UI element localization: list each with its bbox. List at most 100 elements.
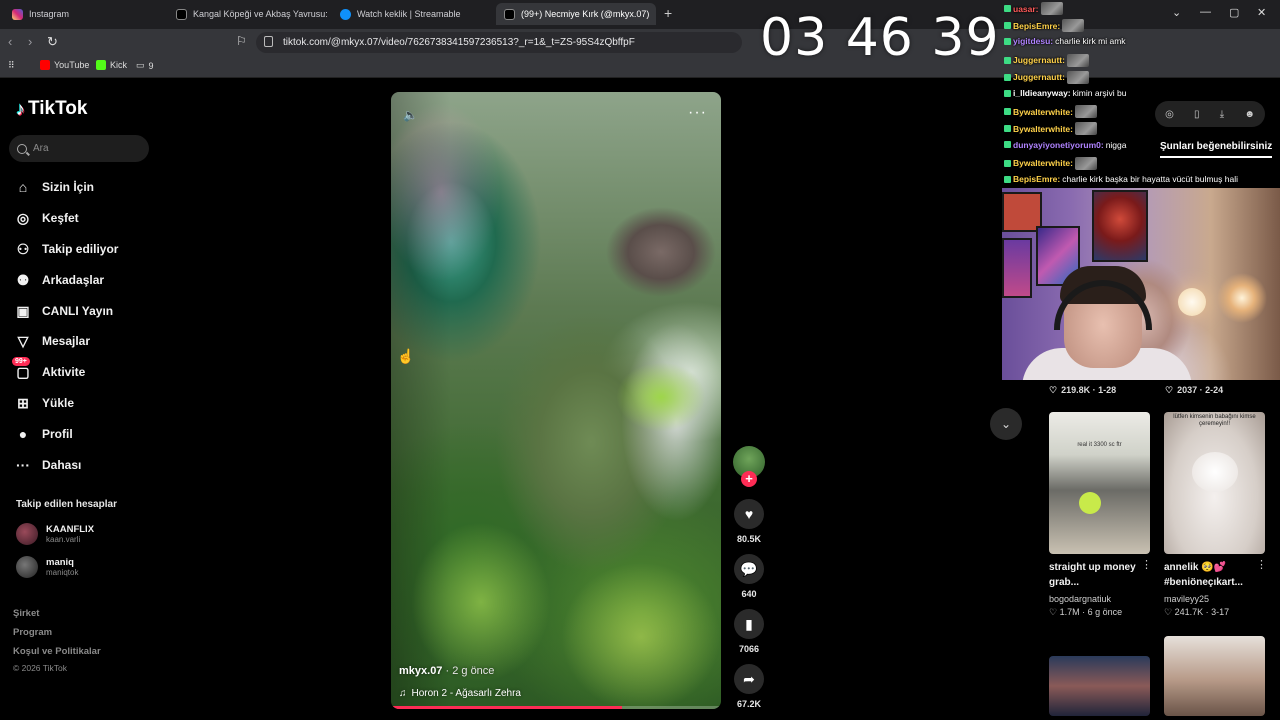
- chat-badge-icon: [1004, 141, 1011, 149]
- card-more-icon[interactable]: ⋮: [1141, 558, 1152, 571]
- comment-icon: 💬: [734, 554, 764, 584]
- following-account-kaanflix[interactable]: KAANFLIX kaan.varli: [16, 523, 94, 545]
- follow-plus-button[interactable]: +: [741, 471, 757, 487]
- card-user[interactable]: bogodargnatiuk: [1049, 594, 1111, 604]
- new-tab-button[interactable]: +: [664, 5, 672, 21]
- url-field[interactable]: tiktok.com/@mkyx.07/video/76267383415972…: [256, 32, 742, 53]
- sidebar: ♪ TikTok Ara ⌂ Sizin İçin ◎ Keşfet ⚇ Tak…: [0, 80, 160, 720]
- chat-message: Bywalterwhite:: [1004, 156, 1097, 170]
- video-foliage: [561, 562, 721, 709]
- nav-activity[interactable]: ▢ 99+ Aktivite: [12, 357, 155, 384]
- chat-username: BepisEmre:: [1013, 20, 1061, 31]
- chat-message: uasar:: [1004, 2, 1063, 15]
- chat-message: Juggernautt:: [1004, 53, 1089, 67]
- nav-more[interactable]: ··· Dahası: [15, 453, 155, 477]
- nav-profile[interactable]: ● Profil: [15, 422, 155, 446]
- card-title[interactable]: straight up money grab...: [1049, 560, 1141, 590]
- following-account-maniq[interactable]: maniq maniqtok: [16, 556, 78, 578]
- chat-username: Bywalterwhite:: [1013, 106, 1073, 117]
- ball-shape: [1079, 492, 1101, 514]
- tab-title: Instagram: [29, 9, 70, 19]
- footer-company-link[interactable]: Şirket: [13, 608, 39, 619]
- youtube-icon: [40, 60, 50, 70]
- card-more-icon[interactable]: ⋮: [1256, 558, 1267, 571]
- tab-instagram[interactable]: Instagram: [4, 3, 164, 25]
- bookmark-youtube[interactable]: YouTube: [40, 60, 89, 70]
- video-thumbnail[interactable]: [1049, 656, 1150, 716]
- back-icon[interactable]: ‹: [8, 34, 12, 49]
- more-options-icon[interactable]: ···: [688, 104, 707, 122]
- chat-badge-icon: [1004, 125, 1011, 133]
- card-title[interactable]: annelik 🥺💕 #beniöneçıkart...: [1164, 560, 1256, 590]
- tab-tiktok-active[interactable]: (99+) Necmiye Kırk (@mkyx.07) ✕: [496, 3, 656, 25]
- tiktok-tools-pill: ◎ ▯ ⤓ ☻: [1155, 101, 1265, 127]
- footer-program-link[interactable]: Program: [13, 627, 52, 638]
- chat-text: charlie kirk başka bir hayatta vücüt bul…: [1062, 174, 1238, 184]
- tab-kangal[interactable]: Kangal Köpeği ve Akbaş Yavrusu: Eğit: [168, 3, 328, 25]
- video-thumbnail[interactable]: real it 3300 sc ftr: [1049, 412, 1150, 554]
- video-player[interactable]: 🔈 ··· mkyx.07 · 2 g önce ♫ Horon 2 - Ağa…: [391, 92, 721, 709]
- reload-icon[interactable]: ↻: [47, 34, 58, 50]
- video-thumbnail[interactable]: [1164, 636, 1265, 716]
- phone-icon[interactable]: ▯: [1194, 109, 1200, 120]
- chat-badge-icon: [1004, 5, 1011, 12]
- nav-label: Aktivite: [42, 365, 86, 379]
- save-count: 7066: [738, 644, 760, 654]
- next-video-button[interactable]: ⌄: [990, 408, 1022, 440]
- chat-message: BepisEmre: charlie kirk başka bir hayatt…: [1004, 174, 1238, 184]
- chat-emote: [1066, 70, 1089, 84]
- messages-icon: ▽: [17, 332, 29, 349]
- site-info-icon[interactable]: [264, 36, 273, 47]
- video-foliage: [411, 522, 551, 682]
- copyright-text: © 2026 TikTok: [13, 663, 67, 673]
- bookmark-kick[interactable]: Kick: [96, 60, 127, 70]
- chat-badge-icon: [1004, 73, 1011, 81]
- chat-username: i_lldieanyway:: [1013, 88, 1071, 98]
- search-placeholder: Ara: [33, 143, 49, 154]
- close-tab-icon[interactable]: ✕: [655, 9, 656, 20]
- nav-friends[interactable]: ⚉ Arkadaşlar: [15, 268, 155, 292]
- chat-message: Bywalterwhite:: [1004, 105, 1097, 119]
- bookmark-folder[interactable]: ▭ 9: [136, 60, 154, 71]
- heart-icon: ♥: [734, 499, 764, 529]
- save-action[interactable]: ▮ 7066: [733, 609, 765, 654]
- nav-messages[interactable]: ▽ Mesajlar: [15, 329, 155, 353]
- chat-message: Juggernautt:: [1004, 70, 1089, 84]
- top-card-stat: ♡ 2037 · 2-24: [1165, 385, 1223, 396]
- video-thumbnail[interactable]: lütfen kimsenin babağını kimse çeremeyin…: [1164, 412, 1265, 554]
- avatar[interactable]: ☻: [1244, 109, 1255, 120]
- forward-icon[interactable]: ›: [28, 34, 32, 49]
- video-music[interactable]: ♫ Horon 2 - Ağasarlı Zehra: [399, 688, 521, 699]
- chat-username: BepisEmre:: [1013, 174, 1061, 184]
- mute-icon[interactable]: 🔈: [403, 108, 418, 122]
- like-action[interactable]: ♥ 80.5K: [733, 499, 765, 544]
- compass-icon[interactable]: ◎: [1165, 109, 1174, 120]
- download-icon[interactable]: ⤓: [1220, 109, 1224, 120]
- nav-explore[interactable]: ◎ Keşfet: [15, 206, 155, 230]
- nav-for-you[interactable]: ⌂ Sizin İçin: [15, 175, 155, 199]
- chat-username: yigitdesu:: [1013, 36, 1054, 47]
- streamer-webcam: [1002, 188, 1280, 380]
- logo-text: TikTok: [28, 98, 88, 119]
- card-user[interactable]: mavileyy25: [1164, 594, 1209, 604]
- comment-action[interactable]: 💬 640: [733, 554, 765, 599]
- chat-message: dunyayiyonetiyorum0: nigga: [1004, 140, 1127, 150]
- bookmark-icon[interactable]: ⚐: [236, 34, 247, 48]
- video-progress-bar[interactable]: [391, 706, 721, 709]
- share-action[interactable]: ➦ 67.2K: [733, 664, 765, 709]
- search-input[interactable]: Ara: [9, 135, 149, 162]
- apps-icon[interactable]: ⠿: [8, 60, 15, 71]
- wall-poster: [1092, 190, 1148, 262]
- chat-badge-icon: [1004, 37, 1011, 45]
- like-count: 80.5K: [736, 534, 762, 544]
- tab-streamable[interactable]: Watch keklik | Streamable: [332, 3, 492, 25]
- nav-upload[interactable]: ⊞ Yükle: [15, 391, 155, 415]
- nav-live[interactable]: ▣ CANLI Yayın: [15, 299, 155, 323]
- footer-terms-link[interactable]: Koşul ve Politikalar: [13, 646, 101, 657]
- bookmark-label: 9: [148, 60, 154, 71]
- compass-icon: ◎: [16, 209, 30, 226]
- chat-badge-icon: [1004, 175, 1011, 183]
- video-author[interactable]: mkyx.07 · 2 g önce: [399, 665, 494, 677]
- tiktok-logo[interactable]: ♪ TikTok: [16, 98, 87, 120]
- nav-following[interactable]: ⚇ Takip ediliyor: [15, 237, 155, 261]
